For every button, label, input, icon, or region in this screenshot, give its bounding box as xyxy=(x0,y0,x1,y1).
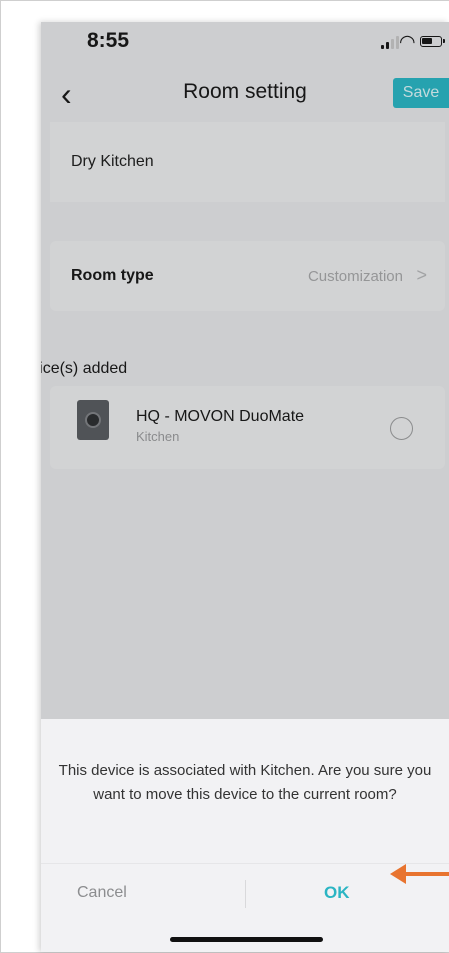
device-select-radio[interactable] xyxy=(390,417,413,440)
save-button[interactable]: Save xyxy=(393,78,449,108)
status-time: 8:55 xyxy=(87,29,130,52)
wifi-icon: ◠ xyxy=(399,32,416,53)
home-indicator xyxy=(170,937,323,942)
annotation-arrow-icon xyxy=(390,864,449,884)
washer-device-icon xyxy=(77,400,109,440)
status-bar: 8:55 ◠ xyxy=(41,22,449,66)
ok-button[interactable]: OK xyxy=(324,878,384,908)
chevron-right-icon: > xyxy=(416,265,427,285)
move-device-dialog: This device is associated with Kitchen. … xyxy=(41,719,449,952)
room-type-value: Customization xyxy=(307,268,403,285)
room-name-value: Dry Kitchen xyxy=(71,153,154,170)
room-type-label: Room type xyxy=(71,267,154,284)
battery-icon xyxy=(420,36,445,47)
devices-count-label: 0 device(s) added xyxy=(41,360,128,377)
device-location: Kitchen xyxy=(136,429,180,444)
signal-icon xyxy=(381,35,401,49)
phone-screen: 8:55 ◠ ‹ Room setting Save Dry Kitchen R… xyxy=(41,22,449,952)
dialog-message: This device is associated with Kitchen. … xyxy=(58,762,432,803)
room-name-field[interactable]: Dry Kitchen xyxy=(50,122,445,202)
page-title: Room setting xyxy=(183,80,307,103)
button-divider xyxy=(245,880,246,908)
device-list-item[interactable]: HQ - MOVON DuoMate Kitchen xyxy=(50,386,445,469)
cancel-button[interactable]: Cancel xyxy=(77,878,187,908)
room-type-row[interactable]: Room type Customization > xyxy=(50,241,445,311)
device-name: HQ - MOVON DuoMate xyxy=(136,408,305,425)
